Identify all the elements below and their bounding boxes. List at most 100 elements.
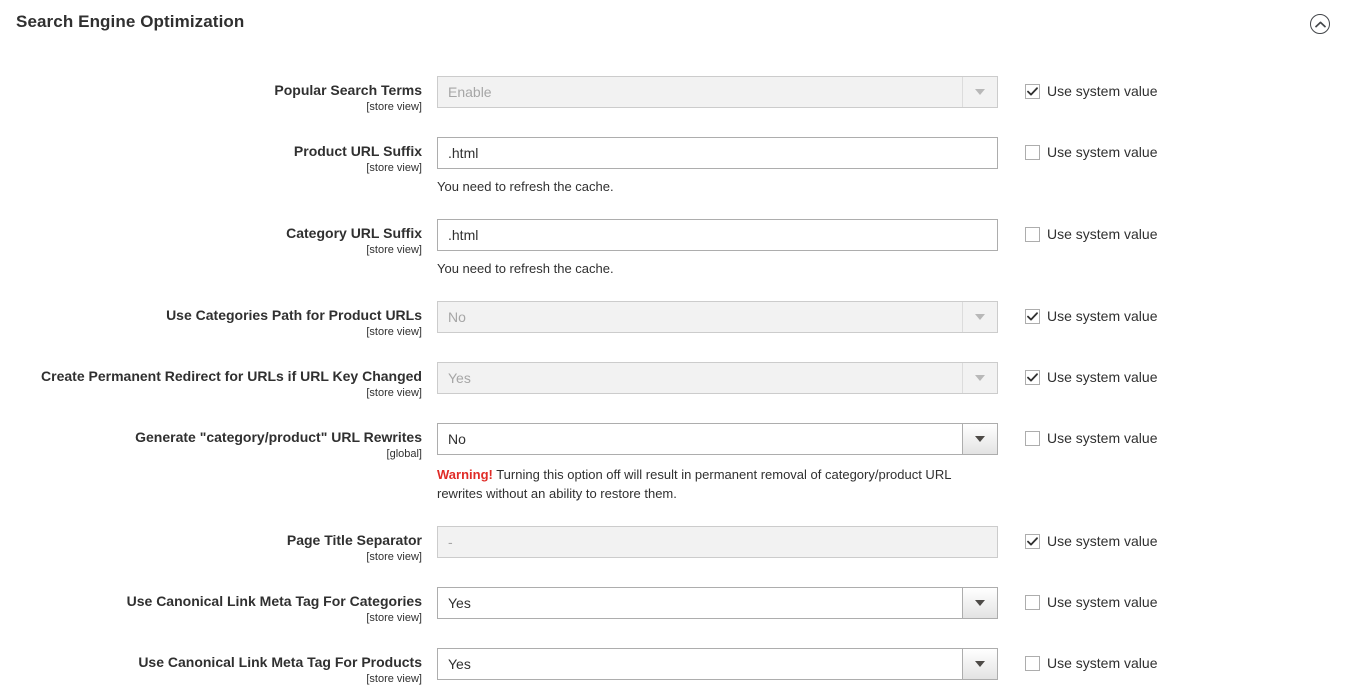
field-label-text: Generate "category/product" URL Rewrites: [0, 429, 422, 446]
use-system-value-group: Use system value: [998, 648, 1157, 672]
use-system-value-group: Use system value: [998, 362, 1157, 386]
use-system-value-group: Use system value: [998, 76, 1157, 100]
field-label-text: Use Categories Path for Product URLs: [0, 307, 422, 324]
use-system-value-checkbox[interactable]: [1025, 227, 1040, 242]
field-label-text: Popular Search Terms: [0, 82, 422, 99]
input-field[interactable]: .html: [437, 137, 998, 169]
field-label: Page Title Separator[store view]: [0, 526, 437, 564]
field-label-text: Page Title Separator: [0, 532, 422, 549]
use-system-value-checkbox[interactable]: [1025, 370, 1040, 385]
use-system-value-label: Use system value: [1047, 308, 1157, 325]
field-scope-label: [store view]: [0, 325, 422, 339]
field-note: You need to refresh the cache.: [437, 178, 998, 196]
chevron-up-circle-icon[interactable]: [1310, 14, 1330, 34]
field-scope-label: [store view]: [0, 243, 422, 257]
field-scope-label: [store view]: [0, 386, 422, 400]
field-label-text: Product URL Suffix: [0, 143, 422, 160]
use-system-value-checkbox[interactable]: [1025, 309, 1040, 324]
page-title: Search Engine Optimization: [16, 12, 244, 32]
dropdown-arrow-icon[interactable]: [962, 77, 997, 107]
seo-settings-form: Popular Search Terms[store view]EnableUs…: [0, 76, 1352, 686]
use-system-value-label: Use system value: [1047, 655, 1157, 672]
field-label-text: Use Canonical Link Meta Tag For Categori…: [0, 593, 422, 610]
warning-text: Turning this option off will result in p…: [437, 467, 951, 501]
form-row: Product URL Suffix[store view] .html You n…: [0, 137, 1352, 196]
field-control-wrap: Yes: [437, 587, 998, 619]
field-scope-label: [store view]: [0, 672, 422, 686]
use-system-value-checkbox[interactable]: [1025, 595, 1040, 610]
use-system-value-label: Use system value: [1047, 369, 1157, 386]
use-system-value-checkbox[interactable]: [1025, 534, 1040, 549]
use-system-value-checkbox[interactable]: [1025, 84, 1040, 99]
input-field: -: [437, 526, 998, 558]
field-label: Create Permanent Redirect for URLs if UR…: [0, 362, 437, 400]
use-system-value-label: Use system value: [1047, 533, 1157, 550]
field-scope-label: [store view]: [0, 100, 422, 114]
field-value: Yes: [448, 595, 471, 611]
field-value: Enable: [448, 84, 492, 100]
use-system-value-label: Use system value: [1047, 83, 1157, 100]
field-warning: Warning! Turning this option off will re…: [437, 465, 993, 503]
form-row: Category URL Suffix[store view].htmlYou …: [0, 219, 1352, 278]
field-label-text: Create Permanent Redirect for URLs if UR…: [0, 368, 422, 385]
field-value: Yes: [448, 656, 471, 672]
field-label: Popular Search Terms[store view]: [0, 76, 437, 114]
use-system-value-group: Use system value: [998, 587, 1157, 611]
use-system-value-group: Use system value: [998, 526, 1157, 550]
use-system-value-group: Use system value: [998, 301, 1157, 325]
field-control-wrap: Yes: [437, 362, 998, 394]
dropdown-arrow-icon[interactable]: [962, 424, 997, 454]
form-row: Popular Search Terms[store view] Enable Us…: [0, 76, 1352, 114]
field-value: Yes: [448, 370, 471, 386]
field-value: .html: [448, 227, 478, 243]
field-scope-label: [store view]: [0, 550, 422, 564]
field-scope-label: [store view]: [0, 611, 422, 625]
use-system-value-checkbox[interactable]: [1025, 145, 1040, 160]
field-control-wrap: No Warning! Turning this option off will …: [437, 423, 998, 503]
form-row: Generate "category/product" URL Rewrites…: [0, 423, 1352, 503]
field-value: No: [448, 431, 466, 447]
field-label: Use Canonical Link Meta Tag For Categori…: [0, 587, 437, 625]
field-value: .html: [448, 145, 478, 161]
select-field[interactable]: Yes: [437, 587, 998, 619]
use-system-value-group: Use system value: [998, 219, 1157, 243]
select-field: Enable: [437, 76, 998, 108]
use-system-value-group: Use system value: [998, 137, 1157, 161]
field-label-text: Category URL Suffix: [0, 225, 422, 242]
use-system-value-group: Use system value: [998, 423, 1157, 447]
form-row: Create Permanent Redirect for URLs if UR…: [0, 362, 1352, 400]
select-field[interactable]: Yes: [437, 648, 998, 680]
field-label: Category URL Suffix[store view]: [0, 219, 437, 257]
form-row: Use Canonical Link Meta Tag For Categori…: [0, 587, 1352, 625]
dropdown-arrow-icon[interactable]: [962, 302, 997, 332]
use-system-value-checkbox[interactable]: [1025, 656, 1040, 671]
dropdown-arrow-icon[interactable]: [962, 649, 997, 679]
field-value: No: [448, 309, 466, 325]
use-system-value-label: Use system value: [1047, 430, 1157, 447]
use-system-value-label: Use system value: [1047, 226, 1157, 243]
use-system-value-label: Use system value: [1047, 594, 1157, 611]
dropdown-arrow-icon[interactable]: [962, 363, 997, 393]
use-system-value-checkbox[interactable]: [1025, 431, 1040, 446]
field-label: Use Categories Path for Product URLs[sto…: [0, 301, 437, 339]
field-control-wrap: -: [437, 526, 998, 558]
section-header: Search Engine Optimization: [0, 0, 1352, 46]
field-control-wrap: Enable: [437, 76, 998, 108]
field-label: Generate "category/product" URL Rewrites…: [0, 423, 437, 461]
select-field: Yes: [437, 362, 998, 394]
select-field[interactable]: No: [437, 423, 998, 455]
field-control-wrap: .html You need to refresh the cache.: [437, 137, 998, 196]
field-control-wrap: No: [437, 301, 998, 333]
input-field[interactable]: .html: [437, 219, 998, 251]
field-label: Product URL Suffix[store view]: [0, 137, 437, 175]
select-field: No: [437, 301, 998, 333]
field-value: -: [448, 534, 453, 550]
dropdown-arrow-icon[interactable]: [962, 588, 997, 618]
use-system-value-label: Use system value: [1047, 144, 1157, 161]
field-label: Use Canonical Link Meta Tag For Products…: [0, 648, 437, 686]
form-row: Use Canonical Link Meta Tag For Products…: [0, 648, 1352, 686]
field-scope-label: [store view]: [0, 161, 422, 175]
warning-lead: Warning!: [437, 467, 493, 482]
form-row: Page Title Separator[store view]-Use sys…: [0, 526, 1352, 564]
field-control-wrap: Yes: [437, 648, 998, 680]
